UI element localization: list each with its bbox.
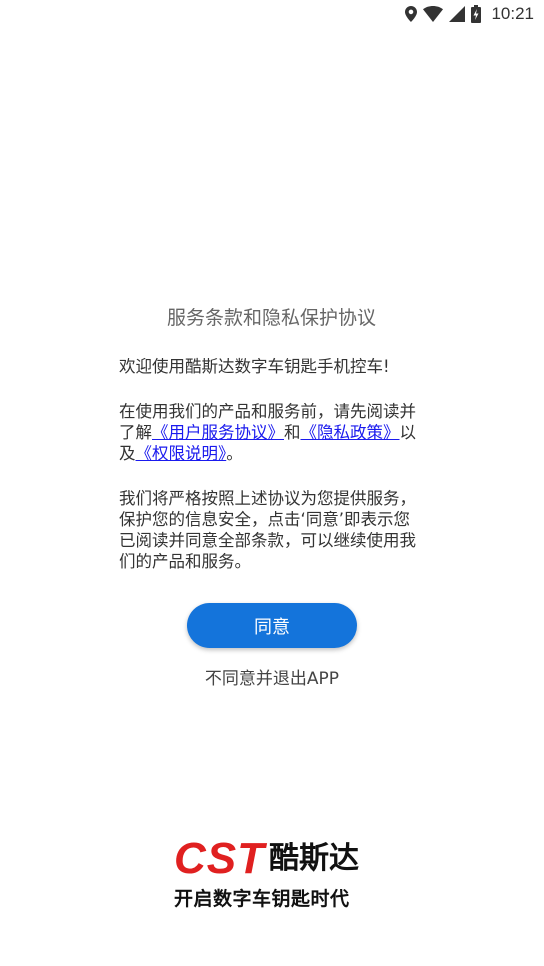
status-bar: 10:21 bbox=[0, 0, 544, 28]
brand-logo: CST 酷斯达 开启数字车钥匙时代 bbox=[174, 834, 374, 914]
logo-cst-text: CST bbox=[174, 834, 265, 883]
location-icon bbox=[405, 6, 418, 22]
battery-charging-icon bbox=[471, 5, 482, 23]
disagree-exit-link[interactable]: 不同意并退出APP bbox=[0, 664, 544, 689]
commitment-paragraph: 我们将严格按照上述协议为您提供服务，保护您的信息安全，点击‘同意’即表示您已阅读… bbox=[119, 489, 416, 571]
status-time: 10:21 bbox=[491, 4, 534, 23]
welcome-text: 欢迎使用酷斯达数字车钥匙手机控车! bbox=[119, 357, 390, 376]
signal-icon bbox=[449, 6, 466, 22]
logo-slogan: 开启数字车钥匙时代 bbox=[174, 888, 350, 910]
permissions-link[interactable]: 《权限说明》 bbox=[136, 444, 227, 463]
wifi-icon bbox=[423, 6, 444, 22]
logo-brand-cn: 酷斯达 bbox=[269, 841, 359, 876]
intro-paragraph: 在使用我们的产品和服务前，请先阅读并了解《用户服务协议》和《隐私政策》以及《权限… bbox=[119, 401, 424, 464]
agreement-dialog: 服务条款和隐私保护协议 欢迎使用酷斯达数字车钥匙手机控车! 在使用我们的产品和服… bbox=[119, 300, 424, 572]
intro-and: 和 bbox=[284, 423, 301, 442]
intro-end: 。 bbox=[226, 444, 243, 463]
privacy-policy-link[interactable]: 《隐私政策》 bbox=[301, 423, 400, 442]
logo-top: CST 酷斯达 bbox=[174, 834, 374, 883]
dialog-title: 服务条款和隐私保护协议 bbox=[166, 307, 376, 329]
agree-button[interactable]: 同意 bbox=[187, 603, 357, 648]
user-agreement-link[interactable]: 《用户服务协议》 bbox=[152, 423, 284, 442]
